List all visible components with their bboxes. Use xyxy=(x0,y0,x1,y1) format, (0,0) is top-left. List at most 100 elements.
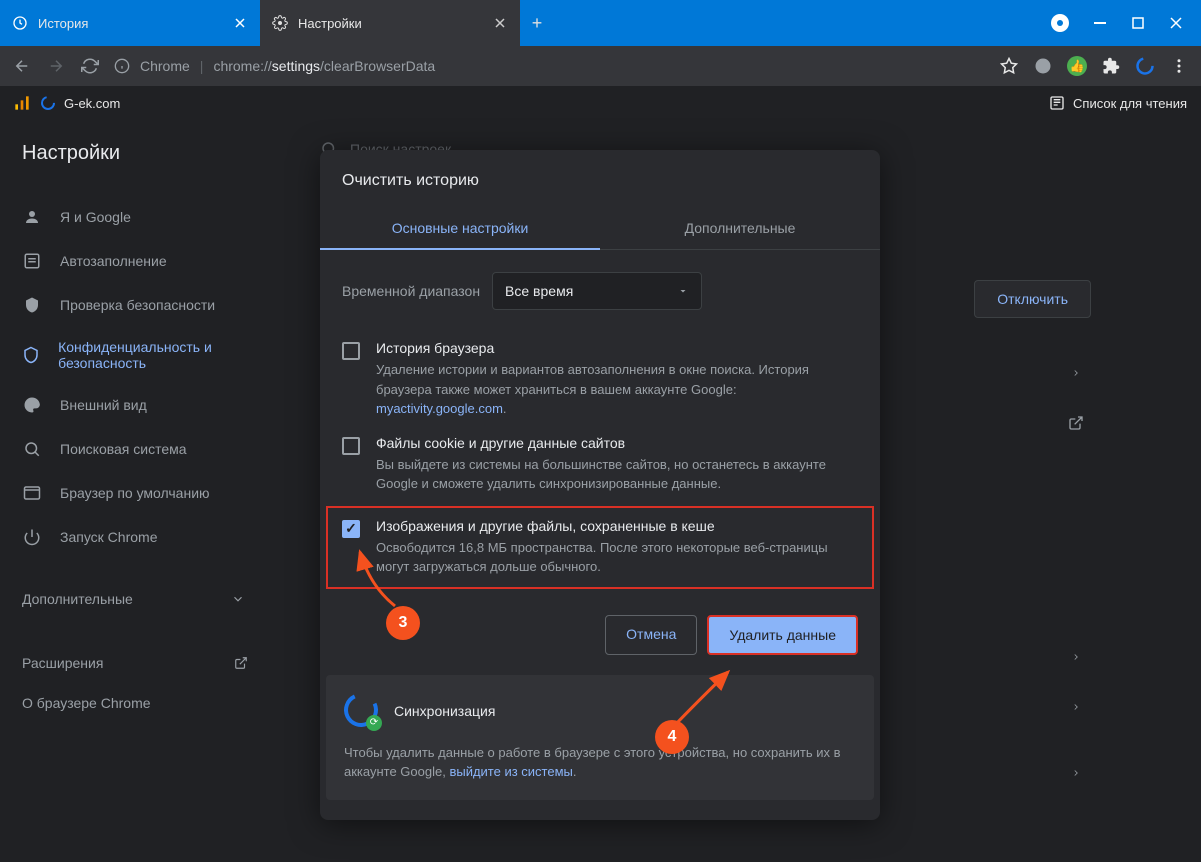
sidebar-title: Настройки xyxy=(20,142,290,165)
account-icon[interactable] xyxy=(1051,14,1069,32)
forward-button[interactable] xyxy=(46,56,66,76)
sidebar-item-autofill[interactable]: Автозаполнение xyxy=(20,239,290,283)
sync-title: Синхронизация xyxy=(394,703,495,719)
disable-button[interactable]: Отключить xyxy=(974,280,1091,318)
sidebar-item-safety[interactable]: Проверка безопасности xyxy=(20,283,290,327)
checkbox[interactable] xyxy=(342,342,360,360)
check-browsing-history[interactable]: История браузера Удаление истории и вари… xyxy=(320,332,880,427)
site-info-icon[interactable] xyxy=(114,58,130,74)
close-icon[interactable] xyxy=(492,15,508,31)
maximize-button[interactable] xyxy=(1131,16,1145,30)
sync-section: ⟳ Синхронизация Чтобы удалить данные о р… xyxy=(326,675,874,800)
extensions-icon[interactable] xyxy=(1101,56,1121,76)
chevron-right-icon xyxy=(1061,692,1091,722)
reading-list-button[interactable]: Список для чтения xyxy=(1049,95,1187,111)
back-button[interactable] xyxy=(12,56,32,76)
sidebar-item-privacy[interactable]: Конфиденциальность и безопасность xyxy=(20,327,290,383)
window-controls xyxy=(1051,0,1201,46)
sidebar-item-you-and-google[interactable]: Я и Google xyxy=(20,195,290,239)
close-window-button[interactable] xyxy=(1169,16,1183,30)
shield-icon xyxy=(22,295,42,315)
dialog-tabs: Основные настройки Дополнительные xyxy=(320,208,880,250)
sidebar-label: Запуск Chrome xyxy=(60,529,157,545)
person-icon xyxy=(22,207,42,227)
chevron-right-icon xyxy=(1061,358,1091,388)
reading-list-label: Список для чтения xyxy=(1073,96,1187,111)
bookmark-star-icon[interactable] xyxy=(999,56,1019,76)
tab-title: Настройки xyxy=(298,16,362,31)
toolbar-icons: 👍 xyxy=(999,56,1189,76)
sidebar-item-startup[interactable]: Запуск Chrome xyxy=(20,515,290,559)
check-body: Изображения и другие файлы, сохраненные … xyxy=(376,518,848,577)
tab-title: История xyxy=(38,16,88,31)
bookmark-bar: G-ek.com Список для чтения xyxy=(0,86,1201,120)
palette-icon xyxy=(22,395,42,415)
checkbox[interactable] xyxy=(342,437,360,455)
check-cookies[interactable]: Файлы cookie и другие данные сайтов Вы в… xyxy=(320,427,880,502)
autofill-icon xyxy=(22,251,42,271)
sidebar-label: Проверка безопасности xyxy=(60,297,215,313)
sidebar-extensions[interactable]: Расширения xyxy=(20,643,290,683)
check-desc: Освободится 16,8 МБ пространства. После … xyxy=(376,538,848,577)
close-icon[interactable] xyxy=(232,15,248,31)
new-tab-button[interactable]: + xyxy=(520,0,554,46)
tab-basic[interactable]: Основные настройки xyxy=(320,208,600,250)
myactivity-link[interactable]: myactivity.google.com xyxy=(376,401,503,416)
tab-history[interactable]: История xyxy=(0,0,260,46)
annotation-arrow-3 xyxy=(350,546,410,612)
chrome-label: Chrome xyxy=(140,58,190,74)
tab-advanced[interactable]: Дополнительные xyxy=(600,208,880,250)
sidebar-item-appearance[interactable]: Внешний вид xyxy=(20,383,290,427)
browser-icon xyxy=(22,483,42,503)
checkbox[interactable] xyxy=(342,520,360,538)
dialog-title: Очистить историю xyxy=(320,150,880,208)
sidebar-item-search[interactable]: Поисковая система xyxy=(20,427,290,471)
sidebar-about[interactable]: О браузере Chrome xyxy=(20,683,290,723)
external-link-icon xyxy=(1061,408,1091,438)
sidebar-label: Расширения xyxy=(22,655,103,671)
annotation-marker-3: 3 xyxy=(386,606,420,640)
tab-settings[interactable]: Настройки xyxy=(260,0,520,46)
profile-icon[interactable] xyxy=(1135,56,1155,76)
history-icon xyxy=(12,15,28,31)
sync-desc: Чтобы удалить данные о работе в браузере… xyxy=(344,743,856,782)
bookmark-item-analytics[interactable] xyxy=(14,95,30,111)
clear-browsing-data-dialog: Очистить историю Основные настройки Допо… xyxy=(320,150,880,820)
check-desc: Удаление истории и вариантов автозаполне… xyxy=(376,360,858,419)
search-icon xyxy=(22,439,42,459)
time-range-select[interactable]: Все время xyxy=(492,272,702,310)
settings-icon xyxy=(272,15,288,31)
window-titlebar: История Настройки + xyxy=(0,0,1201,46)
clear-data-button[interactable]: Удалить данные xyxy=(707,615,858,655)
sign-out-link[interactable]: выйдите из системы xyxy=(449,764,572,779)
sidebar-item-default-browser[interactable]: Браузер по умолчанию xyxy=(20,471,290,515)
annotation-marker-4: 4 xyxy=(655,720,689,754)
chevron-right-icon xyxy=(1061,642,1091,672)
shield-outline-icon xyxy=(22,345,40,365)
url-bar: Chrome | chrome://settings/clearBrowserD… xyxy=(0,46,1201,86)
sync-icon: ⟳ xyxy=(344,693,380,729)
extension-icon-2[interactable]: 👍 xyxy=(1067,56,1087,76)
sidebar-label: Поисковая система xyxy=(60,441,187,457)
check-body: История браузера Удаление истории и вари… xyxy=(376,340,858,419)
sidebar-label: Внешний вид xyxy=(60,397,147,413)
sidebar-label: Конфиденциальность и безопасность xyxy=(58,339,280,371)
check-desc: Вы выйдете из системы на большинстве сай… xyxy=(376,455,858,494)
sync-header: ⟳ Синхронизация xyxy=(344,693,856,729)
time-range-label: Временной диапазон xyxy=(342,283,480,299)
time-range-value: Все время xyxy=(505,283,573,299)
address-bar[interactable]: Chrome | chrome://settings/clearBrowserD… xyxy=(114,58,985,74)
time-range-row: Временной диапазон Все время xyxy=(320,250,880,332)
minimize-button[interactable] xyxy=(1093,16,1107,30)
power-icon xyxy=(22,527,42,547)
sidebar-additional[interactable]: Дополнительные xyxy=(20,575,290,623)
cancel-button[interactable]: Отмена xyxy=(605,615,697,655)
reload-button[interactable] xyxy=(80,56,100,76)
menu-icon[interactable] xyxy=(1169,56,1189,76)
check-cached-images[interactable]: Изображения и другие файлы, сохраненные … xyxy=(334,518,856,577)
bookmark-item-gek[interactable]: G-ek.com xyxy=(40,95,120,111)
check-title: Изображения и другие файлы, сохраненные … xyxy=(376,518,848,534)
chevron-right-icon xyxy=(1061,758,1091,788)
chevron-down-icon xyxy=(228,589,248,609)
extension-icon-1[interactable] xyxy=(1033,56,1053,76)
